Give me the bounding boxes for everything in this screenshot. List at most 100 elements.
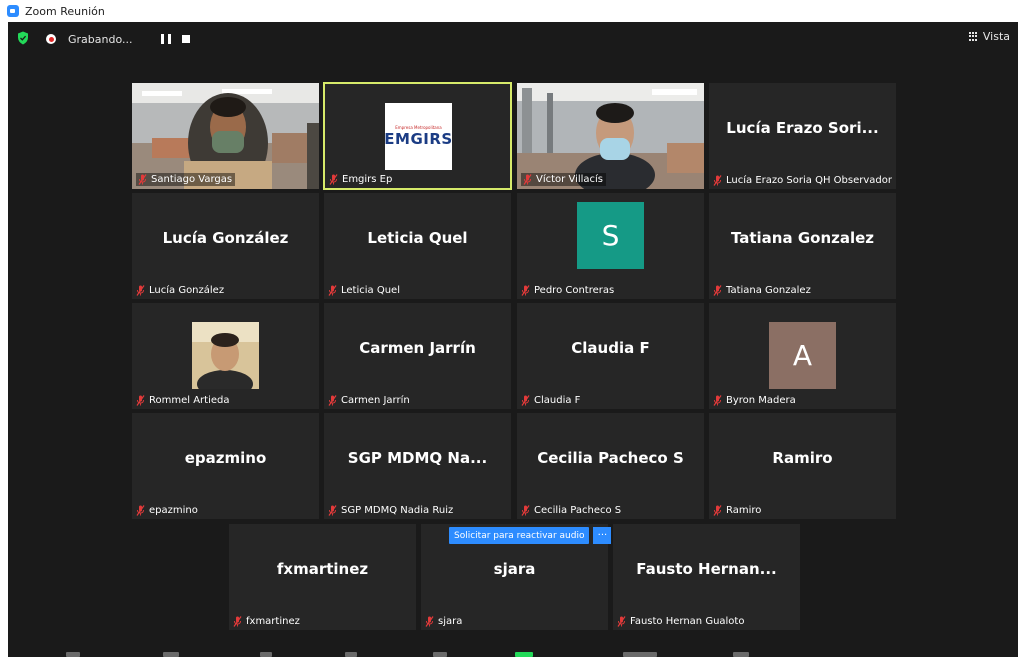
participant-display-name: sjara [493,560,536,578]
mic-muted-icon [136,505,145,516]
mic-muted-icon [233,616,242,627]
participant-label: Ramiro [713,505,761,516]
participants-icon[interactable] [345,652,357,657]
participant-tile-byron-madera[interactable]: A Byron Madera [709,303,896,409]
participant-display-name: Carmen Jarrín [359,339,476,357]
participant-label: sjara [425,616,462,627]
mic-muted-icon [136,395,145,406]
participant-name-label: SGP MDMQ Nadia Ruiz [341,505,454,516]
participant-label: Lucía Erazo Soria QH Observador [713,175,892,186]
participant-display-name: Cecilia Pacheco S [537,449,684,467]
mic-muted-icon [328,395,337,406]
participant-label: Emgirs Ep [329,174,392,185]
chat-icon[interactable] [433,652,447,657]
participant-name-label: epazmino [149,505,198,516]
participant-label: Santiago Vargas [136,173,236,186]
more-options-button[interactable]: ··· [593,527,612,544]
participant-name-label: Lucía Erazo Soria QH Observador [726,175,892,186]
zoom-app-icon [7,5,19,17]
mute-icon[interactable] [66,652,80,657]
participant-name-label: Rommel Artieda [149,395,230,406]
participant-tile-carmen-jarrin[interactable]: Carmen Jarrín Carmen Jarrín [324,303,511,409]
pause-icon [167,34,171,44]
mic-muted-icon [136,285,145,296]
participant-tile-ramiro[interactable]: Ramiro Ramiro [709,413,896,519]
recording-indicator: Grabando... [46,30,190,48]
participant-name-label: Emgirs Ep [342,174,393,185]
participant-name-label: fxmartinez [246,616,300,627]
mic-muted-icon [138,174,147,185]
window-titlebar: Zoom Reunión [0,0,1018,22]
mic-muted-icon [328,285,337,296]
participant-name-label: Fausto Hernan Gualoto [630,616,745,627]
participant-label: SGP MDMQ Nadia Ruiz [328,505,453,516]
participant-display-name: Lucía Erazo Sori... [726,119,879,137]
participant-tile-tatiana-gonzalez[interactable]: Tatiana Gonzalez Tatiana Gonzalez [709,193,896,299]
participant-tile-fausto-hernan[interactable]: Fausto Hernan... Fausto Hernan Gualoto [613,524,800,630]
pause-recording-button[interactable] [160,34,171,44]
participant-display-name: Fausto Hernan... [636,560,777,578]
participant-tile-pedro-contreras[interactable]: S Pedro Contreras [517,193,704,299]
record-icon[interactable] [623,652,657,657]
emgirs-logo-title: EMGIRS [384,130,453,148]
participant-name-label: Pedro Contreras [534,285,615,296]
recording-status: Grabando... [68,32,133,46]
participant-label: Víctor Villacís [521,173,607,186]
participant-name-label: Lucía González [149,285,225,296]
mic-muted-icon [425,616,434,627]
emgirs-logo: Empresa Metropolitana EMGIRS [384,103,453,170]
mic-muted-icon [713,285,722,296]
participant-label: epazmino [136,505,198,516]
participant-tile-claudia-f[interactable]: Claudia F Claudia F [517,303,704,409]
recording-icon [46,34,56,44]
view-label: Vista [982,30,1010,43]
participant-tile-sgp-mdmq[interactable]: SGP MDMQ Na... SGP MDMQ Nadia Ruiz [324,413,511,519]
participant-name-label: Byron Madera [726,395,796,406]
participant-tile-leticia-quel[interactable]: Leticia Quel Leticia Quel [324,193,511,299]
avatar: S [577,202,644,269]
pause-icon [160,34,164,44]
meeting-stage: Grabando... Vista Santiago Vargas Empres… [8,22,1018,657]
participant-display-name: Tatiana Gonzalez [730,229,875,247]
security-icon[interactable] [260,652,272,657]
gallery-grid-icon [968,31,979,42]
unmute-request-banner: Solicitar para reactivar audio ··· [449,527,612,544]
view-button[interactable]: Vista [968,30,1010,43]
stop-recording-button[interactable] [181,35,190,43]
mic-muted-icon [521,285,530,296]
participant-label: Leticia Quel [328,285,400,296]
mic-muted-icon [523,174,532,185]
participant-name-label: Víctor Villacís [536,174,604,185]
participant-label: Claudia F [521,395,580,406]
video-icon[interactable] [163,652,179,657]
participant-display-name: Claudia F [571,339,650,357]
encryption-shield-icon[interactable] [17,31,29,45]
mic-muted-icon [617,616,626,627]
participant-tile-fxmartinez[interactable]: fxmartinez fxmartinez [229,524,416,630]
mic-muted-icon [713,505,722,516]
participant-display-name: Ramiro [772,449,833,467]
meeting-toolbar [8,650,1018,657]
participant-tile-lucia-gonzalez[interactable]: Lucía González Lucía González [132,193,319,299]
participant-name-label: Claudia F [534,395,581,406]
participant-tile-cecilia-pacheco[interactable]: Cecilia Pacheco S Cecilia Pacheco S [517,413,704,519]
share-screen-icon[interactable] [515,652,533,657]
participant-tile-rommel-artieda[interactable]: Rommel Artieda [132,303,319,409]
participant-display-name: epazmino [184,449,267,467]
participant-tile-lucia-erazo[interactable]: Lucía Erazo Sori... Lucía Erazo Soria QH… [709,83,896,189]
participant-tile-santiago-vargas[interactable]: Santiago Vargas [132,83,319,189]
reactions-icon[interactable] [733,652,749,657]
participant-label: Byron Madera [713,395,796,406]
participant-label: fxmartinez [233,616,300,627]
participant-name-label: Leticia Quel [341,285,400,296]
participant-tile-emgirs-ep[interactable]: Empresa Metropolitana EMGIRS Emgirs Ep [323,82,512,190]
request-unmute-button[interactable]: Solicitar para reactivar audio [449,527,590,544]
participant-label: Carmen Jarrín [328,395,410,406]
participant-label: Rommel Artieda [136,395,230,406]
participant-tile-epazmino[interactable]: epazmino epazmino [132,413,319,519]
participant-name-label: Ramiro [726,505,762,516]
participant-name-label: Carmen Jarrín [341,395,410,406]
participant-tile-victor-villacis[interactable]: Víctor Villacís [517,83,704,189]
participant-name-label: Cecilia Pacheco S [534,505,622,516]
participant-display-name: Leticia Quel [367,229,468,247]
